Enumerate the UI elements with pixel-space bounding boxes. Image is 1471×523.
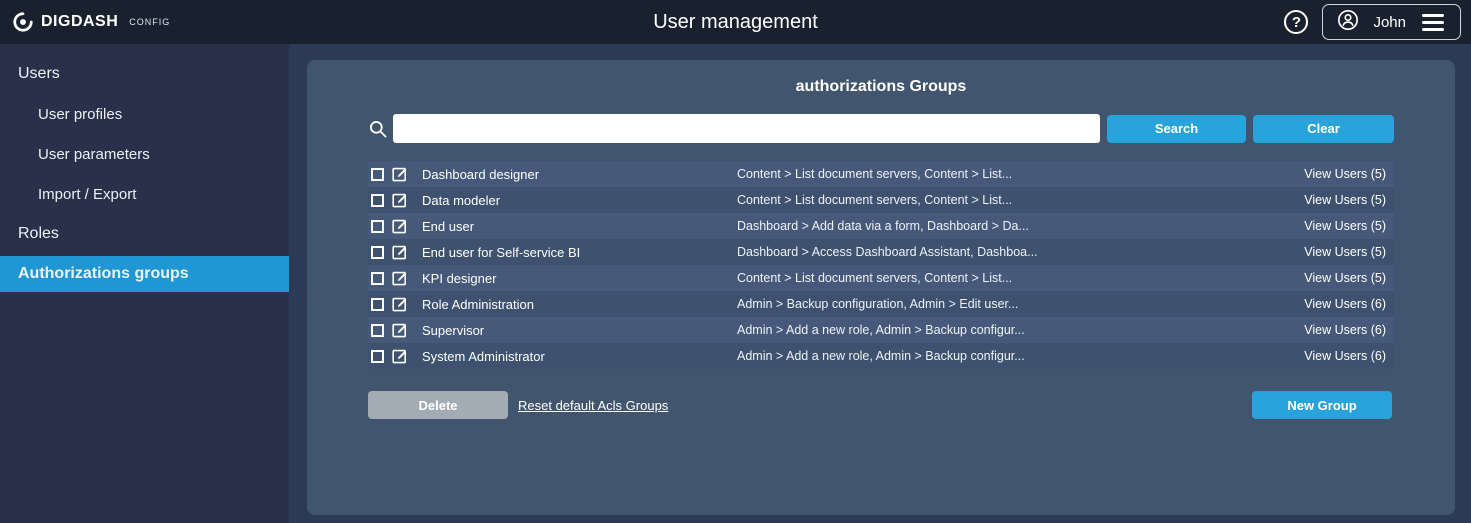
clear-button[interactable]: Clear <box>1253 114 1394 143</box>
row-checkbox[interactable] <box>371 349 384 363</box>
row-checkbox[interactable] <box>371 245 384 259</box>
group-name: Data modeler <box>422 192 501 208</box>
view-users-link[interactable]: View Users (6) <box>1304 323 1386 337</box>
sidebar-item-roles[interactable]: Roles <box>0 214 289 254</box>
user-menu[interactable]: John <box>1322 4 1461 40</box>
sidebar-nav: Users User profiles User parameters Import … <box>0 44 289 523</box>
group-permissions: Admin > Add a new role, Admin > Backup c… <box>737 323 1025 337</box>
app-logo: DIGDASH CONFIG <box>0 11 170 33</box>
group-permissions: Admin > Backup configuration, Admin > Ed… <box>737 297 1019 311</box>
group-permissions: Content > List document servers, Content… <box>737 271 1013 285</box>
search-input[interactable] <box>393 114 1100 143</box>
delete-button[interactable]: Delete <box>368 391 508 419</box>
group-permissions: Admin > Add a new role, Admin > Backup c… <box>737 349 1025 363</box>
sidebar-item-authorizations-groups[interactable]: Authorizations groups <box>0 256 289 292</box>
group-permissions: Content > List document servers, Content… <box>737 193 1013 207</box>
table-row[interactable]: Role Administration Admin > Backup confi… <box>368 291 1394 317</box>
group-permissions: Content > List document servers, Content… <box>737 167 1013 181</box>
group-name: System Administrator <box>422 348 545 364</box>
view-users-link[interactable]: View Users (5) <box>1304 219 1386 233</box>
brand-name: DIGDASH <box>41 13 119 30</box>
table-row[interactable]: System Administrator Admin > Add a new r… <box>368 343 1394 369</box>
sidebar-item-users[interactable]: Users <box>0 54 289 94</box>
group-name: Dashboard designer <box>422 166 540 182</box>
menu-icon[interactable] <box>1420 12 1446 33</box>
sidebar-item-user-profiles[interactable]: User profiles <box>0 94 289 134</box>
view-users-link[interactable]: View Users (5) <box>1304 245 1386 259</box>
edit-icon[interactable] <box>392 244 408 260</box>
group-permissions: Dashboard > Add data via a form, Dashboa… <box>737 219 1029 233</box>
row-checkbox[interactable] <box>371 297 384 311</box>
edit-icon[interactable] <box>392 348 408 364</box>
view-users-link[interactable]: View Users (5) <box>1304 167 1386 181</box>
edit-icon[interactable] <box>392 296 408 312</box>
table-row[interactable]: KPI designer Content > List document ser… <box>368 265 1394 291</box>
search-button[interactable]: Search <box>1107 114 1246 143</box>
brand-suffix: CONFIG <box>129 17 171 27</box>
group-name: End user for Self-service BI <box>422 244 581 260</box>
sidebar-item-import-export[interactable]: Import / Export <box>0 174 289 214</box>
view-users-link[interactable]: View Users (6) <box>1304 349 1386 363</box>
authorizations-groups-panel: authorizations Groups Search Clear Dashb… <box>307 60 1455 515</box>
reset-default-acls-link[interactable]: Reset default Acls Groups <box>518 398 668 413</box>
table-row[interactable]: Supervisor Admin > Add a new role, Admin… <box>368 317 1394 343</box>
view-users-link[interactable]: View Users (5) <box>1304 193 1386 207</box>
group-name: Supervisor <box>422 322 485 338</box>
edit-icon[interactable] <box>392 270 408 286</box>
edit-icon[interactable] <box>392 166 408 182</box>
groups-table: Dashboard designer Content > List docume… <box>368 161 1394 369</box>
table-row[interactable]: Dashboard designer Content > List docume… <box>368 161 1394 187</box>
group-name: KPI designer <box>422 270 497 286</box>
group-name: End user <box>422 218 475 234</box>
row-checkbox[interactable] <box>371 219 384 233</box>
new-group-button[interactable]: New Group <box>1252 391 1392 419</box>
group-name: Role Administration <box>422 296 534 312</box>
topbar-controls: ? John <box>1284 4 1471 40</box>
help-icon[interactable]: ? <box>1284 10 1309 34</box>
search-icon[interactable] <box>368 119 388 139</box>
user-name: John <box>1373 13 1406 31</box>
table-row[interactable]: End user for Self-service BI Dashboard >… <box>368 239 1394 265</box>
row-checkbox[interactable] <box>371 271 384 285</box>
topbar: DIGDASH CONFIG User management ? John <box>0 0 1471 44</box>
view-users-link[interactable]: View Users (6) <box>1304 297 1386 311</box>
row-checkbox[interactable] <box>371 167 384 181</box>
edit-icon[interactable] <box>392 218 408 234</box>
panel-footer: Delete Reset default Acls Groups New Gro… <box>368 391 1394 419</box>
view-users-link[interactable]: View Users (5) <box>1304 271 1386 285</box>
group-permissions: Dashboard > Access Dashboard Assistant, … <box>737 245 1038 259</box>
page-title: User management <box>653 10 818 33</box>
panel-title: authorizations Groups <box>795 78 967 95</box>
table-row[interactable]: Data modeler Content > List document ser… <box>368 187 1394 213</box>
table-row[interactable]: End user Dashboard > Add data via a form… <box>368 213 1394 239</box>
digdash-logo-icon <box>12 11 34 33</box>
edit-icon[interactable] <box>392 192 408 208</box>
row-checkbox[interactable] <box>371 323 384 337</box>
search-bar: Search Clear <box>368 114 1394 143</box>
sidebar-item-user-parameters[interactable]: User parameters <box>0 134 289 174</box>
row-checkbox[interactable] <box>371 193 384 207</box>
edit-icon[interactable] <box>392 322 408 338</box>
user-icon <box>1337 9 1359 36</box>
